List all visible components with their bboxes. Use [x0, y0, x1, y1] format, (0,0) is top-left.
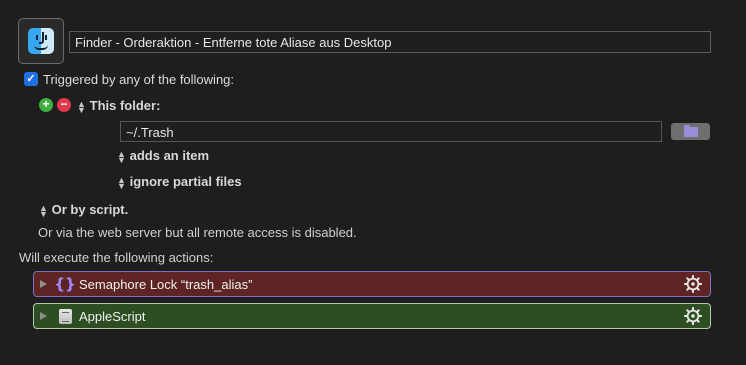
remove-trigger-button[interactable]: −	[57, 98, 71, 112]
up-down-chevron-icon: ▲ ▼	[77, 98, 86, 115]
trigger-label: Triggered by any of the following:	[43, 72, 235, 87]
choose-folder-button[interactable]	[671, 123, 710, 140]
action-applescript[interactable]: AppleScript	[33, 303, 711, 329]
macro-name-field[interactable]: Finder - Orderaktion - Entferne tote Ali…	[69, 31, 711, 53]
finder-icon	[28, 28, 54, 54]
applescript-icon	[57, 308, 73, 324]
trigger-type-popup[interactable]: ▲ ▼ This folder:	[77, 98, 161, 115]
script-trigger-label: Or by script.	[51, 202, 129, 217]
web-server-note: Or via the web server but all remote acc…	[38, 225, 357, 240]
action-title: AppleScript	[79, 308, 146, 324]
folder-event-popup[interactable]: ▲ ▼ adds an item	[117, 148, 210, 165]
trigger-type-label: This folder:	[89, 98, 161, 113]
gear-icon[interactable]	[684, 275, 702, 293]
gear-icon[interactable]	[684, 307, 702, 325]
disclosure-triangle-icon[interactable]	[40, 280, 47, 288]
script-trigger-popup[interactable]: ▲ ▼ Or by script.	[39, 202, 129, 219]
trigger-enabled-checkbox[interactable]: ✓	[24, 72, 38, 86]
up-down-chevron-icon: ▲ ▼	[117, 148, 126, 165]
partial-files-label: ignore partial files	[129, 174, 242, 189]
partial-files-popup[interactable]: ▲ ▼ ignore partial files	[117, 174, 242, 191]
add-trigger-button[interactable]: +	[39, 98, 53, 112]
disclosure-triangle-icon[interactable]	[40, 312, 47, 320]
action-title: Semaphore Lock “trash_alias”	[79, 276, 253, 292]
folder-event-label: adds an item	[129, 148, 210, 163]
folder-icon	[683, 124, 698, 137]
macro-icon[interactable]	[18, 18, 64, 64]
up-down-chevron-icon: ▲ ▼	[117, 174, 126, 191]
up-down-chevron-icon: ▲ ▼	[39, 202, 48, 219]
braces-icon: {}	[54, 275, 76, 293]
folder-path-field[interactable]: ~/.Trash	[120, 121, 662, 142]
action-semaphore-lock[interactable]: {} Semaphore Lock “trash_alias”	[33, 271, 711, 297]
actions-heading: Will execute the following actions:	[19, 250, 214, 265]
